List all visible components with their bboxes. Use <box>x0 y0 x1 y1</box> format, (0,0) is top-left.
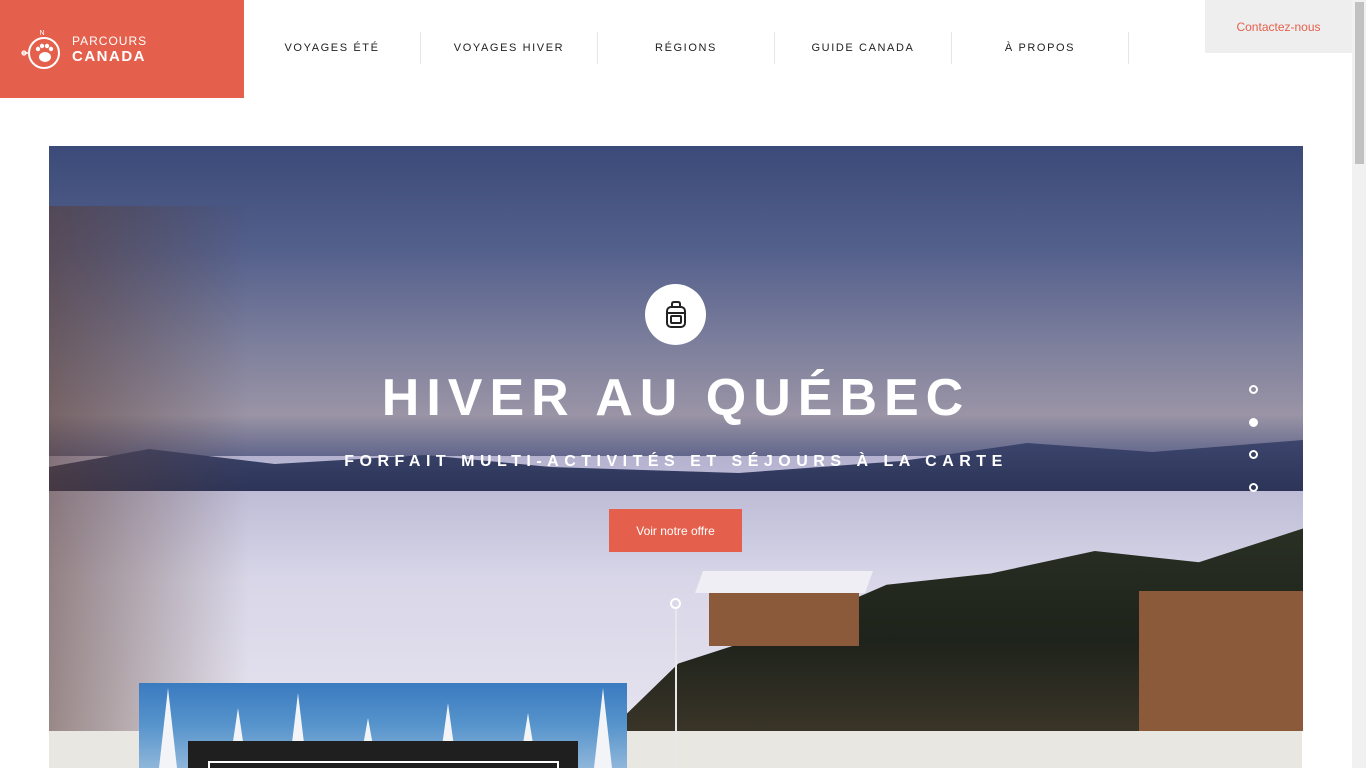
feature-card-frame <box>208 761 559 768</box>
nav-item-guide-canada[interactable]: GUIDE CANADA <box>775 32 952 64</box>
contact-button[interactable]: Contactez-nous <box>1205 0 1352 53</box>
logo[interactable]: N PARCOURS CANADA <box>0 0 244 98</box>
page-scrollbar[interactable] <box>1352 0 1366 768</box>
slider-dot-1[interactable] <box>1249 385 1258 394</box>
bear-paw-compass-icon: N <box>20 27 64 71</box>
hero-background-cabin <box>709 586 859 646</box>
main-nav: VOYAGES ÉTÉ VOYAGES HIVER RÉGIONS GUIDE … <box>244 32 1129 64</box>
logo-line2: CANADA <box>72 47 146 65</box>
nav-item-voyages-ete[interactable]: VOYAGES ÉTÉ <box>244 32 421 64</box>
svg-text:N: N <box>39 30 44 37</box>
hero-subtitle: FORFAIT MULTI-ACTIVITÉS ET SÉJOURS À LA … <box>344 453 1008 470</box>
hero-background-cabin-right <box>1139 591 1303 731</box>
slider-dot-4[interactable] <box>1249 482 1258 492</box>
nav-item-regions[interactable]: RÉGIONS <box>598 32 775 64</box>
hero-title: HIVER AU QUÉBEC <box>381 369 971 427</box>
logo-line1: PARCOURS <box>72 33 148 48</box>
slider-dot-3[interactable] <box>1249 450 1258 459</box>
slider-dots <box>1249 385 1259 515</box>
slider-dot-2[interactable] <box>1249 417 1258 427</box>
nav-item-a-propos[interactable]: À PROPOS <box>952 32 1129 64</box>
nav-item-voyages-hiver[interactable]: VOYAGES HIVER <box>421 32 598 64</box>
timeline-line <box>675 609 677 768</box>
see-offer-button[interactable]: Voir notre offre <box>609 509 742 552</box>
timeline-dot <box>670 598 681 609</box>
backpack-icon <box>645 284 706 345</box>
scrollbar-thumb[interactable] <box>1355 2 1364 164</box>
hero-background-cabin-roof <box>694 571 874 593</box>
